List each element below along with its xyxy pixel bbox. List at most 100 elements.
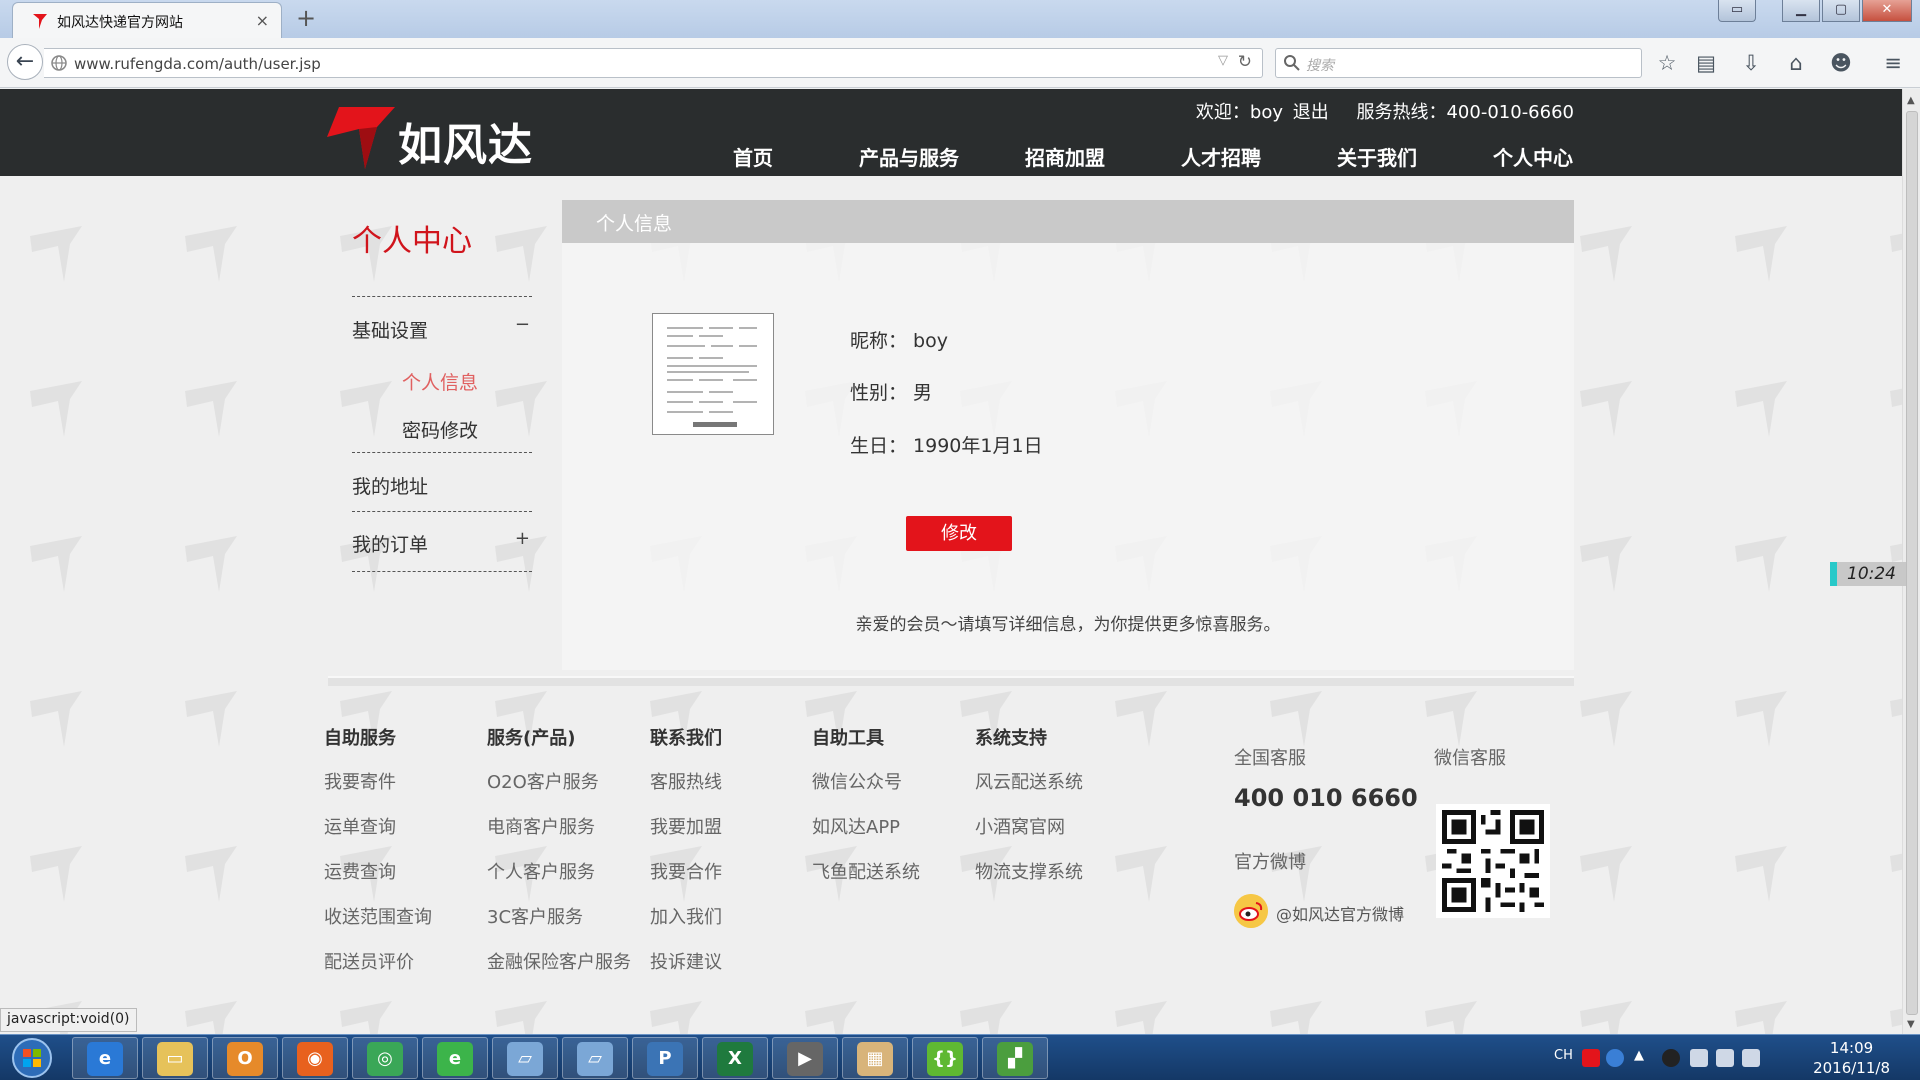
taskbar-firefox-icon[interactable]: ◉ <box>282 1037 348 1079</box>
footer-link[interactable]: 配送员评价 <box>324 948 432 993</box>
footer-link[interactable]: 加入我们 <box>650 903 722 948</box>
sidebar-divider <box>352 571 532 572</box>
nav-home[interactable]: 首页 <box>675 142 831 171</box>
sidebar-item-address[interactable]: 我的地址 <box>352 472 428 499</box>
browser-tab[interactable]: 如风达快递官方网站 × <box>12 2 282 38</box>
taskbar-clock[interactable]: 14:09 2016/11/8 <box>1813 1038 1890 1078</box>
main-nav: 首页 产品与服务 招商加盟 人才招聘 关于我们 个人中心 <box>675 142 1611 171</box>
taskbar-map-icon[interactable]: ▦ <box>842 1037 908 1079</box>
sidebar-item-profile[interactable]: 个人信息 <box>402 368 478 395</box>
footer-link[interactable]: 我要寄件 <box>324 768 432 813</box>
footer-divider <box>328 676 1574 686</box>
volume-muted-icon[interactable] <box>1742 1049 1760 1067</box>
maximize-button[interactable]: ▢ <box>1822 0 1860 22</box>
browser-titlebar: 如风达快递官方网站 × + ▭ ▁ ▢ ✕ <box>0 0 1920 38</box>
footer-link[interactable]: 电商客户服务 <box>487 813 631 858</box>
site-header: 如风达 欢迎：boy 退出 服务热线：400-010-6660 首页 产品与服务招… <box>0 89 1902 176</box>
new-tab-button[interactable]: + <box>296 4 316 32</box>
taskbar-braces-icon[interactable]: {} <box>912 1037 978 1079</box>
footer-link[interactable]: 客服热线 <box>650 768 722 813</box>
footer-link[interactable]: 微信公众号 <box>812 768 920 813</box>
avatar[interactable] <box>652 313 774 435</box>
collapse-icon[interactable]: − <box>515 314 530 335</box>
footer-link[interactable]: 飞鱼配送系统 <box>812 858 920 903</box>
footer-link[interactable]: 个人客户服务 <box>487 858 631 903</box>
chat-icon[interactable]: ☻ <box>1828 50 1854 76</box>
sidebar-item-password[interactable]: 密码修改 <box>402 416 478 443</box>
sidebar-divider <box>352 296 532 297</box>
footer-link[interactable]: 收送范围查询 <box>324 903 432 948</box>
panel-title: 个人信息 <box>596 213 673 235</box>
footer-link[interactable]: 运费查询 <box>324 858 432 903</box>
nav-products[interactable]: 产品与服务 <box>831 142 987 171</box>
input-language[interactable]: CH <box>1554 1048 1573 1063</box>
address-bar[interactable]: www.rufengda.com/auth/user.jsp ▽ ↻ <box>44 48 1263 78</box>
tab-close-icon[interactable]: × <box>256 11 269 30</box>
bookmark-star-icon[interactable]: ☆ <box>1654 50 1680 76</box>
edit-profile-button[interactable]: 修改 <box>906 516 1012 551</box>
floating-clock-widget[interactable]: 10:24 <box>1830 562 1906 586</box>
network-icon[interactable] <box>1716 1049 1734 1067</box>
footer-link[interactable]: 如风达APP <box>812 813 920 858</box>
scroll-down-icon[interactable]: ▼ <box>1907 1019 1915 1030</box>
sogou-icon[interactable] <box>1582 1049 1600 1067</box>
footer-link[interactable]: 运单查询 <box>324 813 432 858</box>
wechat-qr-code <box>1436 804 1550 918</box>
reload-icon[interactable]: ↻ <box>1238 52 1252 72</box>
menu-icon[interactable]: ≡ <box>1880 50 1906 76</box>
taskbar-chart-icon[interactable]: ▞ <box>982 1037 1048 1079</box>
qq-icon[interactable] <box>1662 1049 1680 1067</box>
taskbar-browser-icon[interactable]: e <box>422 1037 488 1079</box>
taskbar-python-icon[interactable]: P <box>632 1037 698 1079</box>
taskbar-media-icon[interactable]: ▶ <box>772 1037 838 1079</box>
taskbar-ie-icon[interactable]: e <box>72 1037 138 1079</box>
footer-col-contact: 联系我们 客服热线 我要加盟 我要合作 加入我们 投诉建议 <box>650 724 722 993</box>
search-box[interactable]: 搜索 <box>1275 48 1642 78</box>
footer-link[interactable]: 风云配送系统 <box>975 768 1083 813</box>
taskbar-chrome-icon[interactable]: ◎ <box>352 1037 418 1079</box>
windows-start-icon[interactable] <box>4 1036 60 1080</box>
nav-about[interactable]: 关于我们 <box>1299 142 1455 171</box>
weibo-handle: @如风达官方微博 <box>1276 905 1405 924</box>
nav-user-center[interactable]: 个人中心 <box>1455 142 1611 171</box>
reading-list-icon[interactable]: ▤ <box>1693 50 1719 76</box>
windows-taskbar: e ▭ O ◉ ◎ e ▱ ▱ P X ▶ ▦ {} ▞ CH ▲ 14:09 … <box>0 1034 1920 1080</box>
nav-careers[interactable]: 人才招聘 <box>1143 142 1299 171</box>
weibo-link[interactable]: @如风达官方微博 <box>1234 894 1454 928</box>
show-hidden-icons[interactable]: ▲ <box>1634 1048 1644 1063</box>
footer-link[interactable]: 物流支撑系统 <box>975 858 1083 903</box>
footer-link[interactable]: 小酒窝官网 <box>975 813 1083 858</box>
footer-link[interactable]: 投诉建议 <box>650 948 722 993</box>
scroll-thumb[interactable] <box>1906 111 1918 1015</box>
back-button[interactable]: ← <box>7 44 43 80</box>
download-icon[interactable]: ⇩ <box>1738 50 1764 76</box>
action-center-icon[interactable] <box>1690 1049 1708 1067</box>
nav-franchise[interactable]: 招商加盟 <box>987 142 1143 171</box>
footer-link[interactable]: 我要合作 <box>650 858 722 903</box>
close-window-button[interactable]: ✕ <box>1862 0 1912 22</box>
taskbar-app-icon[interactable]: ▱ <box>492 1037 558 1079</box>
footer-link[interactable]: 金融保险客户服务 <box>487 948 631 993</box>
footer-heading: 系统支持 <box>975 728 1047 749</box>
url-dropdown-icon[interactable]: ▽ <box>1218 53 1228 68</box>
site-logo[interactable]: 如风达 <box>325 105 535 171</box>
home-icon[interactable]: ⌂ <box>1783 50 1809 76</box>
footer-link[interactable]: 3C客户服务 <box>487 903 631 948</box>
footer-link[interactable]: 我要加盟 <box>650 813 722 858</box>
window-extra-button[interactable]: ▭ <box>1718 0 1756 22</box>
url-text: www.rufengda.com/auth/user.jsp <box>74 55 321 73</box>
globe-icon <box>51 55 67 71</box>
weibo-icon <box>1234 894 1268 928</box>
scroll-up-icon[interactable]: ▲ <box>1907 95 1915 106</box>
sidebar-item-basic-settings[interactable]: 基础设置 <box>352 316 428 343</box>
taskbar-outlook-icon[interactable]: O <box>212 1037 278 1079</box>
logout-link[interactable]: 退出 <box>1293 102 1329 123</box>
taskbar-app-icon[interactable]: ▱ <box>562 1037 628 1079</box>
sidebar-item-orders[interactable]: 我的订单 <box>352 530 428 557</box>
taskbar-explorer-icon[interactable]: ▭ <box>142 1037 208 1079</box>
taskbar-excel-icon[interactable]: X <box>702 1037 768 1079</box>
help-icon[interactable] <box>1606 1049 1624 1067</box>
expand-icon[interactable]: + <box>515 528 530 549</box>
minimize-button[interactable]: ▁ <box>1782 0 1820 22</box>
footer-link[interactable]: O2O客户服务 <box>487 768 631 813</box>
